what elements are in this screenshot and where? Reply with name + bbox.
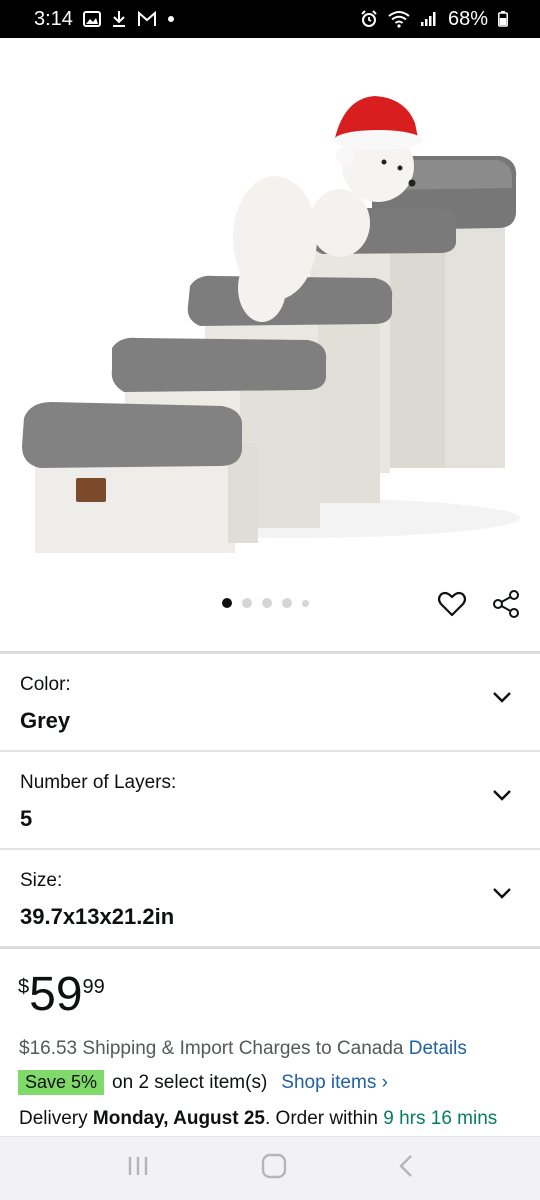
variant-label: Color:	[20, 674, 71, 695]
status-left: 3:14	[34, 8, 175, 31]
battery-icon	[498, 11, 508, 27]
promo-row: Save 5% on 2 select item(s) Shop items ›	[18, 1070, 388, 1095]
delivery-prefix: Delivery	[19, 1108, 88, 1129]
carousel-dot-3[interactable]	[262, 598, 272, 608]
battery-percent: 68%	[447, 7, 488, 30]
more-notifications-dot-icon	[167, 15, 175, 23]
shop-items-link[interactable]: Shop items ›	[281, 1072, 388, 1094]
price: $ 59 99	[18, 968, 105, 1022]
status-bar: 3:14 68%	[0, 0, 540, 38]
status-time: 3:14	[34, 7, 73, 30]
system-nav-bar	[0, 1136, 540, 1200]
delivery-info: Delivery Monday, August 25. Order within…	[19, 1108, 497, 1130]
back-icon[interactable]	[398, 1154, 414, 1183]
price-currency-symbol: $	[18, 976, 30, 998]
price-whole: 59	[29, 968, 83, 1021]
shipping-details-link[interactable]: Details	[409, 1038, 467, 1059]
gmail-icon	[137, 11, 157, 27]
variant-value: Grey	[20, 708, 71, 733]
download-icon	[111, 10, 127, 28]
chevron-down-icon[interactable]	[492, 788, 512, 806]
chevron-down-icon[interactable]	[492, 886, 512, 904]
wifi-icon	[388, 10, 410, 28]
delivery-countdown: 9 hrs 16 mins	[383, 1108, 498, 1129]
delivery-date: Monday, August 25	[92, 1108, 265, 1129]
promo-text: on 2 select item(s)	[112, 1071, 268, 1093]
carousel-dot-1[interactable]	[222, 598, 232, 608]
share-icon[interactable]	[490, 588, 522, 620]
image-actions	[436, 588, 522, 620]
shipping-text: $16.53 Shipping & Import Charges to Cana…	[19, 1038, 404, 1059]
delivery-middle: . Order within	[264, 1108, 378, 1129]
carousel-dot-2[interactable]	[242, 598, 252, 608]
home-icon[interactable]	[261, 1153, 287, 1184]
signal-icon	[420, 11, 438, 27]
gallery-notification-icon	[82, 11, 101, 27]
wishlist-heart-icon[interactable]	[436, 588, 468, 620]
save-badge: Save 5%	[18, 1070, 105, 1095]
shipping-info: $16.53 Shipping & Import Charges to Cana…	[19, 1038, 467, 1060]
carousel-dot-5[interactable]	[302, 599, 309, 607]
variant-label: Size:	[20, 870, 63, 891]
variant-value: 5	[20, 806, 33, 831]
variant-size[interactable]: Size: 39.7x13x21.2in	[0, 850, 540, 948]
chevron-down-icon[interactable]	[492, 690, 512, 708]
variant-label: Number of Layers:	[20, 772, 177, 793]
section-divider	[0, 946, 540, 949]
status-right: 68%	[360, 8, 508, 31]
carousel-dot-4[interactable]	[282, 598, 292, 608]
image-carousel-dots	[222, 598, 309, 608]
variant-value: 39.7x13x21.2in	[20, 904, 175, 929]
product-image[interactable]	[0, 38, 540, 578]
price-fraction: 99	[82, 976, 105, 998]
alarm-icon	[360, 10, 378, 28]
variant-layers[interactable]: Number of Layers: 5	[0, 752, 540, 850]
recent-apps-icon[interactable]	[126, 1155, 150, 1182]
pet-stairs-illustration	[22, 96, 520, 553]
variant-color[interactable]: Color: Grey	[0, 654, 540, 752]
